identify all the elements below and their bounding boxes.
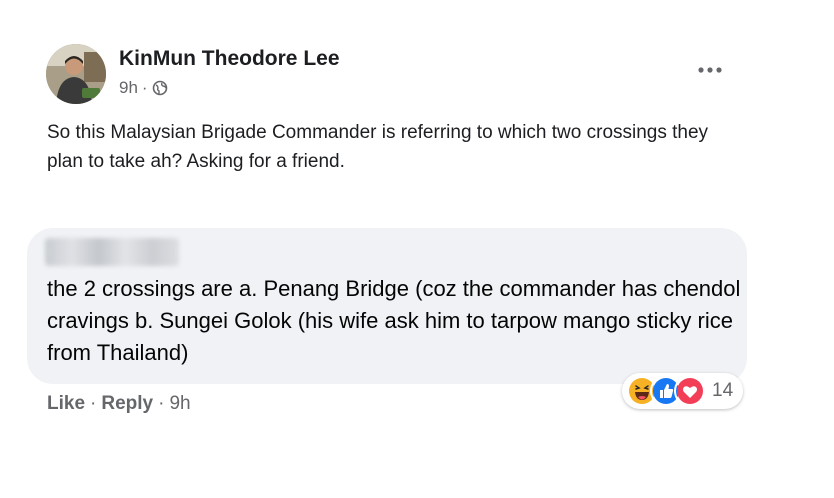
globe-icon [152, 80, 168, 96]
post-author-name[interactable]: KinMun Theodore Lee [119, 47, 340, 71]
meta-separator: · [141, 78, 148, 97]
post-meta: 9h · [119, 78, 168, 98]
action-separator: · [158, 393, 165, 414]
author-avatar[interactable] [46, 44, 106, 104]
love-icon [674, 375, 706, 407]
action-separator: · [90, 393, 97, 414]
reply-button[interactable]: Reply [101, 393, 153, 415]
comment-actions: Like · Reply · 9h [47, 393, 191, 415]
comment-reactions[interactable]: 14 [622, 373, 744, 409]
comment-time[interactable]: 9h [169, 393, 190, 415]
like-button[interactable]: Like [47, 393, 85, 415]
post-text: So this Malaysian Brigade Commander is r… [47, 122, 709, 172]
comment-author-name-redacted[interactable] [45, 238, 179, 266]
reaction-count: 14 [712, 380, 734, 401]
post-time[interactable]: 9h [119, 78, 138, 98]
more-options-icon[interactable] [694, 60, 726, 80]
comment-text: the 2 crossings are a. Penang Bridge (co… [47, 276, 741, 365]
